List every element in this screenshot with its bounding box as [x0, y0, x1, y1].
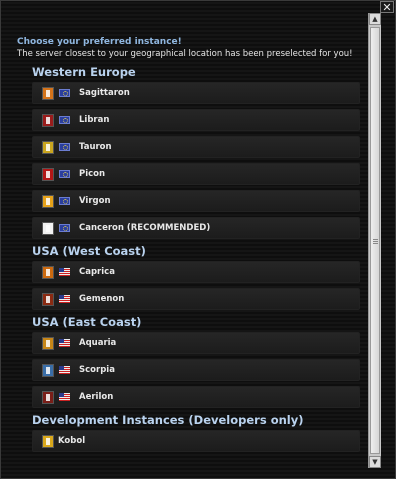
server-name: Virgon	[79, 196, 111, 206]
faction-icon	[42, 167, 54, 181]
server-row-gemenon[interactable]: Gemenon	[32, 288, 360, 310]
faction-icon	[42, 265, 54, 279]
group-title: Western Europe	[32, 65, 136, 79]
faction-icon	[42, 336, 54, 350]
intro-title: Choose your preferred instance!	[17, 37, 182, 47]
dialog-content: Choose your preferred instance! The serv…	[15, 35, 367, 457]
faction-icon	[42, 86, 54, 100]
server-row-canceron[interactable]: Canceron (RECOMMENDED)	[32, 217, 360, 239]
server-name: Picon	[79, 169, 106, 179]
faction-icon	[42, 113, 54, 127]
faction-icon	[42, 194, 54, 208]
server-row-aquaria[interactable]: Aquaria	[32, 332, 360, 354]
group-title: Development Instances (Developers only)	[32, 413, 304, 427]
faction-icon	[42, 363, 54, 377]
eu-flag-icon	[59, 143, 70, 151]
server-name: Caprica	[79, 267, 115, 277]
server-name: Gemenon	[79, 294, 125, 304]
group-title: USA (East Coast)	[32, 315, 142, 329]
server-groups: Western Europe Sagittaron Libran Tauron Pico…	[15, 65, 367, 452]
faction-icon	[42, 140, 54, 154]
server-name: Scorpia	[79, 365, 115, 375]
scroll-thumb[interactable]	[370, 27, 380, 454]
us-flag-icon	[59, 268, 70, 276]
grip-line	[373, 239, 378, 240]
server-name: Sagittaron	[79, 88, 130, 98]
us-flag-icon	[59, 366, 70, 374]
us-flag-icon	[59, 295, 70, 303]
us-flag-icon	[59, 393, 70, 401]
instance-dialog: ✕ Choose your preferred instance! The se…	[0, 0, 396, 479]
close-icon[interactable]: ✕	[380, 1, 394, 13]
faction-icon	[42, 434, 54, 448]
us-flag-icon	[59, 339, 70, 347]
server-row-sagittaron[interactable]: Sagittaron	[32, 82, 360, 104]
server-name: Libran	[79, 115, 110, 125]
eu-flag-icon	[59, 116, 70, 124]
server-row-aerilon[interactable]: Aerilon	[32, 386, 360, 408]
scroll-up-arrow-icon[interactable]: ▲	[369, 13, 381, 25]
faction-icon	[42, 292, 54, 306]
grip-line	[373, 243, 378, 244]
group-title: USA (West Coast)	[32, 244, 146, 258]
eu-flag-icon	[59, 197, 70, 205]
server-row-virgon[interactable]: Virgon	[32, 190, 360, 212]
server-row-libran[interactable]: Libran	[32, 109, 360, 131]
scrollbar[interactable]: ▲ ▼	[368, 13, 381, 468]
server-row-picon[interactable]: Picon	[32, 163, 360, 185]
server-name: Aerilon	[79, 392, 114, 402]
server-row-tauron[interactable]: Tauron	[32, 136, 360, 158]
server-row-kobol[interactable]: Kobol	[32, 430, 360, 452]
server-name: Kobol	[58, 436, 86, 446]
intro-text: The server closest to your geographical …	[17, 49, 353, 59]
eu-flag-icon	[59, 224, 70, 232]
server-name: Aquaria	[79, 338, 117, 348]
scroll-down-arrow-icon[interactable]: ▼	[369, 456, 381, 468]
server-name: Tauron	[79, 142, 112, 152]
faction-icon	[42, 390, 54, 404]
server-row-caprica[interactable]: Caprica	[32, 261, 360, 283]
grip-line	[373, 241, 378, 242]
server-name: Canceron (RECOMMENDED)	[79, 223, 211, 233]
server-row-scorpia[interactable]: Scorpia	[32, 359, 360, 381]
faction-icon	[42, 221, 54, 235]
eu-flag-icon	[59, 170, 70, 178]
eu-flag-icon	[59, 89, 70, 97]
